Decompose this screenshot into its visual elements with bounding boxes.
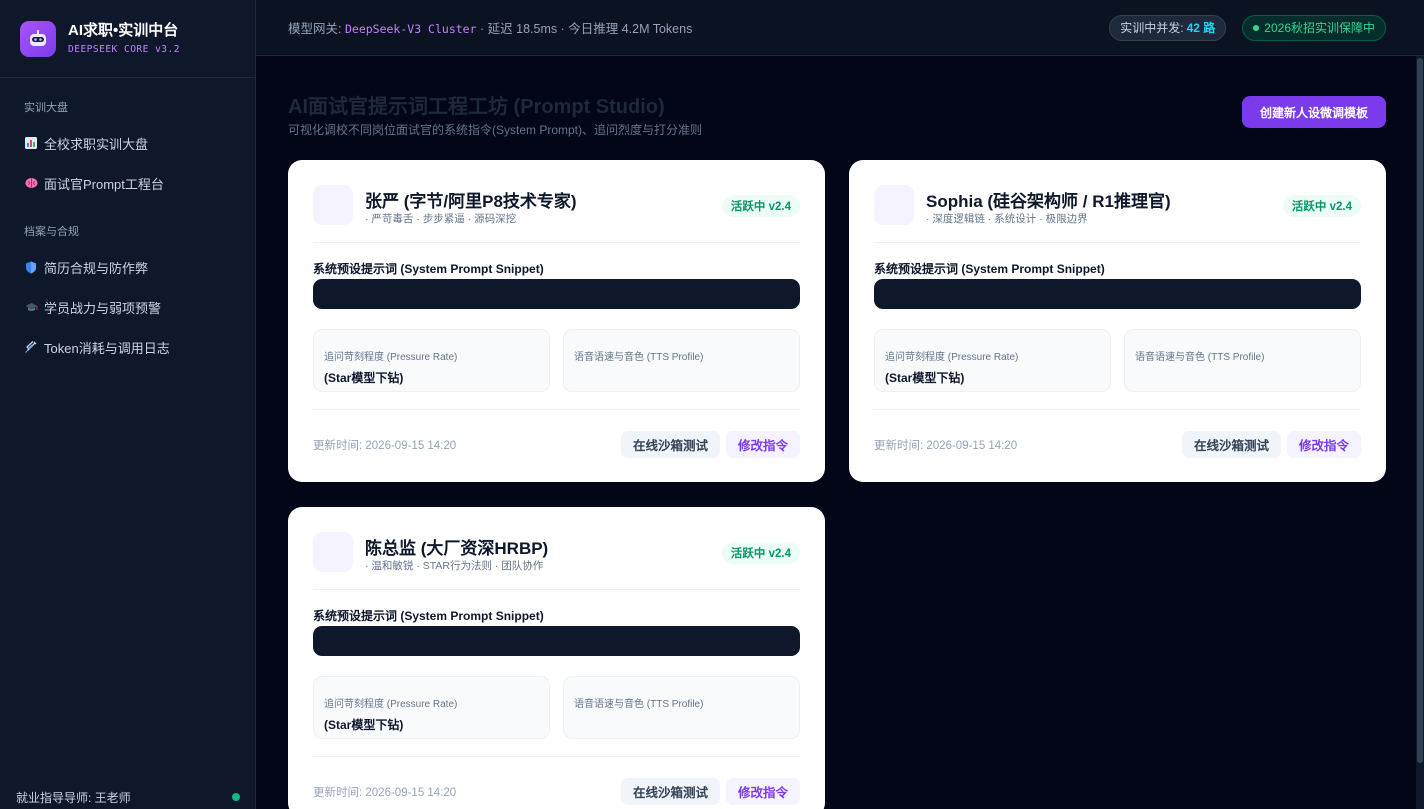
- nav-section-archive: 档案与合规: [24, 226, 79, 238]
- pressure-rate-panel: 追问苛刻程度 (Pressure Rate) (Star模型下钻): [874, 329, 1111, 392]
- persona-name: 陈总监 (大厂资深HRBP): [365, 539, 549, 558]
- system-prompt-snippet[interactable]: [313, 626, 800, 656]
- updated-time: 更新时间: 2026-09-15 14:20: [313, 440, 457, 452]
- pressure-value: (Star模型下钻): [885, 371, 965, 385]
- status-badge: 活跃中 v2.4: [721, 195, 800, 217]
- main-scrollbar[interactable]: [1416, 56, 1424, 809]
- pressure-rate-panel: 追问苛刻程度 (Pressure Rate) (Star模型下钻): [313, 329, 550, 392]
- syringe-icon: [24, 340, 38, 354]
- concurrency-label: 实训中并发:: [1120, 21, 1184, 35]
- scrollbar-thumb[interactable]: [1417, 58, 1423, 763]
- sidebar-item-label: Token消耗与调用日志: [44, 340, 170, 356]
- pressure-label: 追问苛刻程度 (Pressure Rate): [324, 699, 458, 710]
- concurrency-value: 42 路: [1186, 21, 1216, 35]
- sidebar-item-student-warning[interactable]: 学员战力与弱项预警: [12, 291, 244, 323]
- status-badge: 活跃中 v2.4: [721, 542, 800, 564]
- nav-section-dashboard: 实训大盘: [24, 102, 68, 114]
- bar-chart-icon: [24, 136, 38, 150]
- card-footer: 更新时间: 2026-09-15 14:20 在线沙箱测试 修改指令: [313, 409, 800, 459]
- persona-card: Sophia (硅谷架构师 / R1推理官) · 深度逻辑链 · 系统设计 · …: [849, 160, 1386, 482]
- tts-profile-panel: 语音语速与音色 (TTS Profile): [563, 329, 800, 392]
- sidebar-item-token-log[interactable]: Token消耗与调用日志: [12, 331, 244, 363]
- tts-label: 语音语速与音色 (TTS Profile): [574, 352, 704, 363]
- brand-subtitle: DEEPSEEK CORE v3.2: [68, 44, 180, 55]
- pressure-label: 追问苛刻程度 (Pressure Rate): [324, 352, 458, 363]
- updated-time: 更新时间: 2026-09-15 14:20: [874, 440, 1018, 452]
- gateway-status: 模型网关: DeepSeek-V3 Cluster · 延迟 18.5ms · …: [288, 18, 692, 37]
- sandbox-test-button[interactable]: 在线沙箱测试: [620, 431, 720, 458]
- brand: AI求职•实训中台 DEEPSEEK CORE v3.2: [0, 0, 255, 78]
- persona-tags: · 温和敏锐 · STAR行为法则 · 团队协作: [365, 560, 544, 572]
- prompt-label: 系统预设提示词 (System Prompt Snippet): [874, 262, 1105, 276]
- persona-name: Sophia (硅谷架构师 / R1推理官): [926, 192, 1171, 211]
- pressure-value: (Star模型下钻): [324, 718, 404, 732]
- updated-time: 更新时间: 2026-09-15 14:20: [313, 787, 457, 799]
- persona-name: 张严 (字节/阿里P8技术专家): [365, 192, 577, 211]
- mentor-label: 就业指导导师: 王老师: [16, 790, 131, 805]
- shield-icon: [24, 260, 38, 274]
- edit-prompt-button[interactable]: 修改指令: [1286, 431, 1361, 458]
- prompt-label: 系统预设提示词 (System Prompt Snippet): [313, 262, 544, 276]
- sidebar-item-dashboard[interactable]: 全校求职实训大盘: [12, 127, 244, 159]
- persona-card: 陈总监 (大厂资深HRBP) · 温和敏锐 · STAR行为法则 · 团队协作 …: [288, 507, 825, 809]
- gateway-model: DeepSeek-V3 Cluster: [344, 22, 477, 36]
- pressure-label: 追问苛刻程度 (Pressure Rate): [885, 352, 1019, 363]
- brand-title: AI求职•实训中台: [68, 22, 179, 39]
- card-footer: 更新时间: 2026-09-15 14:20 在线沙箱测试 修改指令: [874, 409, 1361, 459]
- card-header: 陈总监 (大厂资深HRBP) · 温和敏锐 · STAR行为法则 · 团队协作 …: [313, 532, 800, 590]
- concurrency-badge: 实训中并发: 42 路: [1109, 14, 1227, 41]
- gateway-prefix: 模型网关:: [288, 22, 342, 36]
- edit-prompt-button[interactable]: 修改指令: [725, 778, 800, 805]
- sidebar-item-label: 全校求职实训大盘: [44, 136, 149, 152]
- page-subtitle: 可视化调校不同岗位面试官的系统指令(System Prompt)、追问烈度与打分…: [288, 123, 703, 137]
- persona-card: 张严 (字节/阿里P8技术专家) · 严苛毒舌 · 步步紧逼 · 源码深挖 活跃…: [288, 160, 825, 482]
- gateway-stats: · 延迟 18.5ms · 今日推理 4.2M Tokens: [480, 22, 693, 36]
- prompt-label: 系统预设提示词 (System Prompt Snippet): [313, 609, 544, 623]
- avatar: [313, 532, 353, 572]
- robot-icon: [20, 20, 56, 57]
- card-header: 张严 (字节/阿里P8技术专家) · 严苛毒舌 · 步步紧逼 · 源码深挖 活跃…: [313, 185, 800, 243]
- pressure-rate-panel: 追问苛刻程度 (Pressure Rate) (Star模型下钻): [313, 676, 550, 739]
- recruit-status-label: 2026秋招实训保障中: [1264, 21, 1375, 35]
- header-pills: 实训中并发: 42 路 2026秋招实训保障中: [1093, 14, 1386, 41]
- edit-prompt-button[interactable]: 修改指令: [725, 431, 800, 458]
- pressure-value: (Star模型下钻): [324, 371, 404, 385]
- tts-profile-panel: 语音语速与音色 (TTS Profile): [1124, 329, 1361, 392]
- sidebar: AI求职•实训中台 DEEPSEEK CORE v3.2 实训大盘 全校求职实训…: [0, 0, 256, 809]
- persona-tags: · 严苛毒舌 · 步步紧逼 · 源码深挖: [365, 213, 517, 225]
- card-footer: 更新时间: 2026-09-15 14:20 在线沙箱测试 修改指令: [313, 756, 800, 806]
- sidebar-item-label: 简历合规与防作弊: [44, 260, 149, 276]
- sidebar-footer: 就业指导导师: 王老师: [0, 785, 256, 809]
- tts-label: 语音语速与音色 (TTS Profile): [574, 699, 704, 710]
- page-title: AI面试官提示词工程工坊 (Prompt Studio): [288, 96, 665, 118]
- persona-tags: · 深度逻辑链 · 系统设计 · 极限边界: [926, 213, 1088, 225]
- status-dot: [1253, 24, 1260, 31]
- sidebar-item-prompt-studio[interactable]: 面试官Prompt工程台: [12, 167, 244, 199]
- sidebar-item-label: 面试官Prompt工程台: [44, 176, 164, 192]
- sidebar-item-resume-compliance[interactable]: 简历合规与防作弊: [12, 251, 244, 283]
- sandbox-test-button[interactable]: 在线沙箱测试: [1181, 431, 1281, 458]
- status-badge: 活跃中 v2.4: [1282, 195, 1361, 217]
- sandbox-test-button[interactable]: 在线沙箱测试: [620, 778, 720, 805]
- tts-label: 语音语速与音色 (TTS Profile): [1135, 352, 1265, 363]
- system-prompt-snippet[interactable]: [313, 279, 800, 309]
- avatar: [874, 185, 914, 225]
- tts-profile-panel: 语音语速与音色 (TTS Profile): [563, 676, 800, 739]
- graduation-cap-icon: [24, 300, 38, 314]
- recruit-status-badge: 2026秋招实训保障中: [1242, 14, 1386, 41]
- online-status-dot: [232, 793, 240, 801]
- sidebar-item-label: 学员战力与弱项预警: [44, 300, 162, 316]
- system-prompt-snippet[interactable]: [874, 279, 1361, 309]
- create-template-button[interactable]: 创建新人设微调模板: [1242, 96, 1386, 128]
- brain-icon: [24, 176, 38, 190]
- avatar: [313, 185, 353, 225]
- top-header: 模型网关: DeepSeek-V3 Cluster · 延迟 18.5ms · …: [256, 0, 1424, 56]
- card-header: Sophia (硅谷架构师 / R1推理官) · 深度逻辑链 · 系统设计 · …: [874, 185, 1361, 243]
